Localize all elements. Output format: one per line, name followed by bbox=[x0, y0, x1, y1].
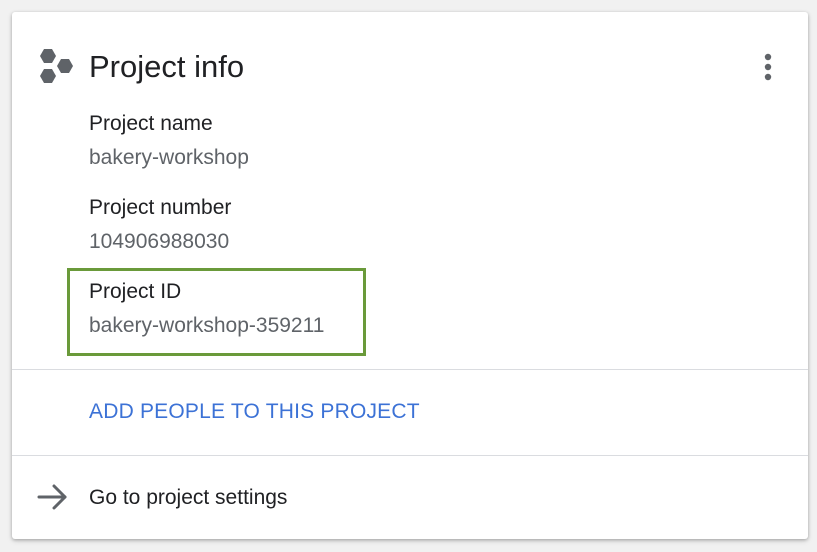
project-name-value: bakery-workshop bbox=[89, 146, 249, 169]
project-name-label: Project name bbox=[89, 112, 213, 135]
project-id-value: bakery-workshop-359211 bbox=[89, 314, 325, 337]
arrow-right-icon bbox=[37, 483, 69, 511]
hexagon-cluster-icon bbox=[33, 46, 73, 90]
divider bbox=[12, 369, 808, 370]
add-people-link[interactable]: ADD PEOPLE TO THIS PROJECT bbox=[89, 399, 420, 425]
project-info-card: Project info Project name bakery-worksho… bbox=[12, 12, 808, 539]
settings-link-label: Go to project settings bbox=[89, 486, 288, 509]
project-id-label: Project ID bbox=[89, 280, 182, 303]
card-title: Project info bbox=[89, 49, 245, 84]
project-number-value: 104906988030 bbox=[89, 230, 230, 253]
project-id-field: Project ID bakery-workshop-359211 bbox=[89, 279, 324, 339]
more-vert-icon bbox=[763, 53, 773, 86]
go-to-project-settings-link[interactable]: Go to project settings bbox=[12, 456, 808, 539]
project-number-field: Project number 104906988030 bbox=[89, 195, 231, 255]
project-name-field: Project name bakery-workshop bbox=[89, 111, 249, 171]
project-number-label: Project number bbox=[89, 196, 232, 219]
more-options-button[interactable] bbox=[753, 52, 783, 86]
